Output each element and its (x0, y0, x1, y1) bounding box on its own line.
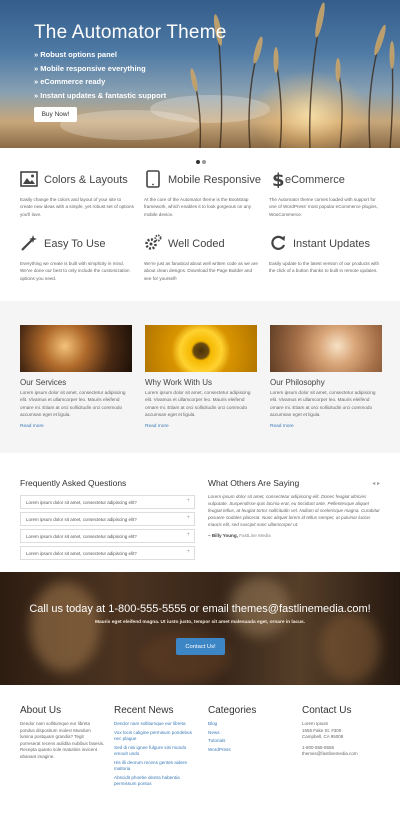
hero-bullet: » eCommerce ready (34, 77, 106, 86)
card-title: Why Work With Us (145, 378, 212, 387)
hero-title: The Automator Theme (34, 22, 227, 43)
category-link[interactable]: WordPress (208, 747, 293, 754)
read-more-link[interactable]: Read more (270, 424, 382, 429)
news-link[interactable]: Abscidit phoebe dextra habentia permissu… (114, 775, 199, 788)
card-desc: Lorem ipsum dolor sit amet, consectetur … (20, 390, 126, 417)
call-to-action-banner: Call us today at 1-800-555-5555 or email… (0, 572, 400, 685)
contact-email: themes@fastlinemedia.com (302, 751, 358, 756)
picture-icon (20, 171, 38, 187)
faq-question: Lorem ipsum dolor sit amet, consectetur … (26, 500, 137, 505)
faq-question: Lorem ipsum dolor sit amet, consectetur … (26, 551, 137, 556)
read-more-link[interactable]: Read more (20, 424, 132, 429)
feature-desc: Easily change the colors and layout of y… (20, 197, 134, 217)
hero-bullet: » Mobile responsive everything (34, 63, 146, 73)
testimonials-title: What Others Are Saying (208, 478, 300, 488)
feature-desc: We're just as fanatical about well writt… (144, 261, 258, 281)
read-more-link[interactable]: Read more (145, 424, 257, 429)
faq-question: Lorem ipsum dolor sit amet, consectetur … (26, 534, 137, 539)
footer-heading: Contact Us (302, 705, 352, 716)
refresh-icon (271, 235, 286, 250)
cta-title: Call us today at 1-800-555-5555 or email… (29, 603, 371, 615)
feature-title: Instant Updates (293, 238, 371, 250)
faq-question: Lorem ipsum dolor sit amet, consectetur … (26, 517, 137, 522)
testimonials-section: What Others Are Saying ◂ ▸ Lorem ipsum d… (208, 478, 380, 538)
author-company: FastLine Media (239, 532, 271, 538)
feature-desc: Everything we create is built with simpl… (20, 261, 130, 281)
dark-overlay (0, 572, 400, 685)
testimonial-author: – Billy Young, FastLine Media (208, 533, 380, 538)
contact-us-button[interactable]: Contact Us! (176, 638, 225, 655)
sunflower-photo (145, 325, 257, 372)
card-desc: Lorem ipsum dolor sit amet, consectetur … (145, 390, 251, 417)
tablet-icon (146, 170, 160, 188)
news-link[interactable]: Dendor nam sollitumque eur libreta (114, 721, 199, 728)
faq-section: Frequently Asked Questions Lorem ipsum d… (20, 478, 195, 563)
plus-icon[interactable]: + (186, 549, 190, 555)
footer-heading: Categories (208, 705, 257, 716)
card-desc: Lorem ipsum dolor sit amet, consectetur … (270, 390, 376, 417)
footer-categories: Categories Blog News Tutorials WordPress (208, 705, 293, 755)
cta-subtitle: Mauris eget eleifend magna. Ut iusto jus… (94, 620, 306, 625)
gears-icon (145, 234, 162, 250)
plus-icon[interactable]: + (186, 515, 190, 521)
hero-bullet: » Instant updates & fantastic support (34, 90, 167, 100)
testimonial-quote: Lorem ipsum dolor sit amet, consectetur … (208, 494, 380, 527)
feature-desc: The Automator theme comes loaded with su… (269, 197, 378, 217)
faq-item[interactable]: Lorem ipsum dolor sit amet, consectetur … (20, 495, 195, 509)
svg-text:$: $ (272, 170, 285, 188)
slider-dot-1[interactable] (196, 160, 200, 164)
hero-bullet: » Robust options panel (34, 50, 117, 59)
plus-icon[interactable]: + (186, 532, 190, 538)
footer: About Us Dendor nam sollitumque eur libr… (0, 705, 400, 822)
feature-title: eCommerce (285, 174, 345, 186)
card-our-philosophy: Our Philosophy Lorem ipsum dolor sit ame… (270, 325, 382, 429)
faq-title: Frequently Asked Questions (20, 478, 127, 488)
faq-item[interactable]: Lorem ipsum dolor sit amet, consectetur … (20, 546, 195, 560)
news-link[interactable]: Sed di nisi ignee fulgure sisi mundo emo… (114, 745, 199, 758)
services-photo (20, 325, 132, 372)
category-link[interactable]: Tutorials (208, 738, 293, 745)
footer-recent-news: Recent News Dendor nam sollitumque eur l… (114, 705, 199, 790)
news-link[interactable]: Vox locis caligine permisum pondebus nec… (114, 730, 199, 743)
footer-about: About Us Dendor nam sollitumque eur libr… (20, 705, 105, 760)
feature-title: Mobile Responsive (168, 174, 261, 186)
card-our-services: Our Services Lorem ipsum dolor sit amet,… (20, 325, 132, 429)
feature-desc: At the core of the Automator theme is th… (144, 197, 251, 217)
footer-heading: Recent News (114, 705, 174, 716)
category-link[interactable]: Blog (208, 721, 293, 728)
feature-title: Colors & Layouts (44, 174, 128, 186)
author-name: – Billy Young, (208, 532, 238, 538)
news-link[interactable]: His illi deorum recens gentes aidere mal… (114, 760, 199, 773)
hero-slider: The Automator Theme » Robust options pan… (0, 0, 400, 148)
card-title: Our Services (20, 378, 67, 387)
card-why-work-with-us: Why Work With Us Lorem ipsum dolor sit a… (145, 325, 257, 429)
slider-dot-2[interactable] (202, 160, 206, 164)
plus-icon[interactable]: + (186, 498, 190, 504)
card-title: Our Philosophy (270, 378, 325, 387)
footer-about-text: Dendor nam sollitumque eur libreta pondu… (20, 721, 105, 759)
footer-contact: Contact Us Lorem Ipsum 1555 Fake St. #30… (302, 705, 387, 758)
faq-item[interactable]: Lorem ipsum dolor sit amet, consectetur … (20, 512, 195, 526)
buy-now-button[interactable]: Buy Now! (34, 107, 77, 122)
category-link[interactable]: News (208, 730, 293, 737)
footer-heading: About Us (20, 705, 62, 716)
philosophy-photo (270, 325, 382, 372)
faq-item[interactable]: Lorem ipsum dolor sit amet, consectetur … (20, 529, 195, 543)
testimonial-nav-arrows[interactable]: ◂ ▸ (372, 480, 380, 487)
feature-title: Well Coded (168, 238, 225, 250)
feature-title: Easy To Use (44, 238, 106, 250)
slider-dots (196, 151, 208, 169)
hero-bullet-list: » Robust options panel » Mobile responsi… (34, 48, 166, 102)
magic-wand-icon (21, 235, 37, 251)
feature-desc: Easily update to the latest version of o… (269, 261, 380, 274)
